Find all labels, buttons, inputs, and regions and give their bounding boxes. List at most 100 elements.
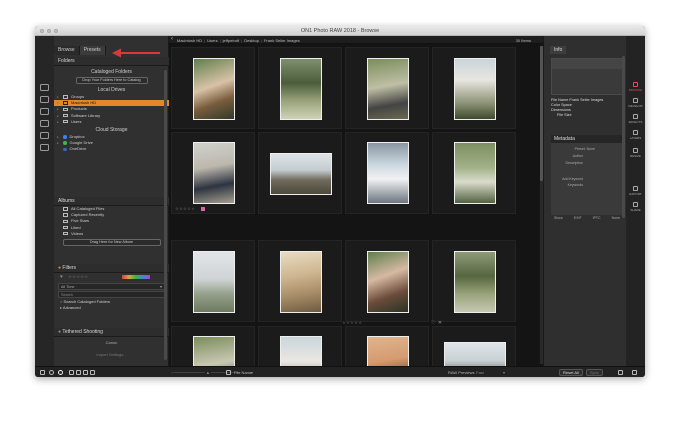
cloud-row[interactable]: OneDrive: [54, 146, 169, 152]
new-album-drop-button[interactable]: Drag Here for New Album: [62, 238, 161, 246]
star-filter-icon[interactable]: ☆☆☆☆☆: [68, 274, 88, 280]
exif-button[interactable]: EXIF: [574, 216, 582, 220]
star-rating[interactable]: ☆☆☆☆☆: [342, 320, 362, 325]
tab-info[interactable]: Info: [550, 46, 567, 54]
thumbnail-cell[interactable]: [345, 132, 429, 214]
panel-toggle-icon[interactable]: [40, 370, 45, 375]
folder-label: Users: [71, 118, 82, 124]
photo-thumbnail[interactable]: [367, 251, 409, 313]
photo-thumbnail[interactable]: [280, 251, 322, 313]
folder-row[interactable]: ▸ Users: [54, 119, 169, 125]
none-button[interactable]: None: [612, 216, 620, 220]
module-share[interactable]: SHARE: [628, 202, 643, 212]
cloud-icon[interactable]: [40, 132, 49, 139]
color-label-pink[interactable]: [201, 207, 205, 211]
search-input[interactable]: Search: [58, 291, 165, 298]
heart-filter-icon[interactable]: ♥: [60, 274, 63, 280]
drive-icon[interactable]: [40, 120, 49, 127]
right-scrollbar[interactable]: [622, 56, 625, 218]
preset-field[interactable]: Preset: None: [561, 147, 595, 151]
author-field[interactable]: Author: [561, 154, 583, 158]
tab-browse[interactable]: Browse: [54, 46, 80, 55]
description-field[interactable]: Description: [561, 161, 583, 165]
browse-icon: [633, 82, 638, 87]
sort-by-dropdown[interactable]: File Name: [234, 370, 252, 375]
star-rating[interactable]: ☆☆☆☆☆: [175, 206, 195, 211]
module-export[interactable]: EXPORT: [628, 186, 643, 196]
breadcrumb-item[interactable]: Users: [207, 38, 217, 43]
fullscreen-icon[interactable]: [618, 370, 623, 375]
thumbnail-cell[interactable]: ♡ ✕: [431, 240, 516, 326]
advanced-toggle[interactable]: ▸ Advanced: [54, 305, 169, 311]
module-resize[interactable]: RESIZE: [628, 148, 643, 158]
detail-view-icon[interactable]: [76, 370, 81, 375]
module-layers[interactable]: LAYERS: [628, 130, 643, 140]
thumbnail-cell[interactable]: [258, 240, 342, 322]
photo-thumbnail[interactable]: [193, 58, 235, 120]
camera-icon[interactable]: [40, 96, 49, 103]
breadcrumb-item[interactable]: jeffpetroff: [223, 38, 240, 43]
photo-thumbnail[interactable]: [454, 58, 496, 120]
album-icon[interactable]: [40, 144, 49, 151]
photo-thumbnail[interactable]: [280, 58, 322, 120]
module-browse[interactable]: BROWSE: [628, 82, 643, 92]
thumbnail-cell[interactable]: [258, 132, 342, 214]
show-button[interactable]: Show: [554, 216, 563, 220]
iptc-button[interactable]: IPTC: [593, 216, 601, 220]
add-keyword-field[interactable]: Add Keyword: [561, 177, 583, 181]
left-scrollbar[interactable]: [164, 70, 167, 360]
info-color-space: Color Space: [551, 103, 572, 107]
compare-view-icon[interactable]: [90, 370, 95, 375]
tab-presets[interactable]: Presets: [79, 46, 106, 55]
time-dropdown[interactable]: All Time ▾: [58, 283, 165, 290]
photo-thumbnail[interactable]: [270, 153, 332, 195]
photo-thumbnail[interactable]: [454, 251, 496, 313]
resize-icon: [633, 148, 638, 153]
thumbnail-cell[interactable]: [258, 47, 342, 129]
album-row[interactable]: Videos: [54, 231, 169, 237]
photo-thumbnail[interactable]: [193, 251, 235, 313]
monitor-icon[interactable]: [40, 84, 49, 91]
photo-thumbnail[interactable]: [367, 142, 409, 204]
tethered-header[interactable]: ● Tethered Shooting: [54, 328, 169, 337]
metadata-header[interactable]: Metadata: [551, 135, 623, 143]
folders-header[interactable]: Folders: [54, 57, 169, 66]
thumbnail-cell[interactable]: [432, 47, 516, 129]
info-file-name: File Name Frank Seiler Images: [551, 98, 604, 102]
raw-previews-dropdown[interactable]: Fast: [476, 370, 484, 375]
thumbnail-cell[interactable]: [171, 47, 255, 129]
photo-thumbnail[interactable]: [454, 142, 496, 204]
filmstrip-view-icon[interactable]: [83, 370, 88, 375]
breadcrumb-item[interactable]: Macintosh HD: [177, 38, 202, 43]
reset-all-button[interactable]: Reset All: [559, 368, 583, 376]
photo-thumbnail[interactable]: [367, 58, 409, 120]
thumbnail-cell[interactable]: ☆☆☆☆☆: [342, 240, 429, 325]
thumbnail-cell[interactable]: [345, 47, 429, 129]
gear-icon[interactable]: [58, 370, 63, 375]
advanced-label: Advanced: [62, 305, 81, 311]
color-label-filter[interactable]: [122, 275, 150, 279]
sync-button[interactable]: Sync: [586, 368, 603, 376]
photo-thumbnail[interactable]: [193, 142, 235, 204]
import-settings-button[interactable]: Import Settings...: [54, 352, 169, 357]
module-develop[interactable]: DEVELOP: [628, 98, 643, 108]
albums-header[interactable]: Albums: [54, 197, 169, 206]
filters-header[interactable]: ● Filters: [54, 264, 169, 273]
camera-select[interactable]: Canon: [54, 340, 169, 345]
folder-icon[interactable]: [40, 108, 49, 115]
albums-section: Albums All Cataloged Files Captured Rece…: [54, 197, 169, 247]
panel-toggle-right-icon[interactable]: [632, 370, 637, 375]
grid-view-icon[interactable]: [69, 370, 74, 375]
breadcrumb-item[interactable]: Frank Seiler Images: [264, 38, 300, 43]
chevron-left-icon[interactable]: ‹: [171, 36, 173, 42]
cataloged-folders-title: Cataloged Folders: [91, 69, 132, 75]
sort-icon[interactable]: [226, 370, 231, 375]
drop-catalog-button[interactable]: Drop Your Folders Here to Catalog: [75, 77, 148, 84]
breadcrumb-item[interactable]: Desktop: [244, 38, 259, 43]
thumbnail-cell[interactable]: [171, 240, 255, 322]
keywords-field[interactable]: Keywords: [561, 183, 583, 187]
info-icon[interactable]: [49, 370, 54, 375]
module-effects[interactable]: EFFECTS: [628, 114, 643, 124]
thumbnail-cell[interactable]: ☆☆☆☆☆: [171, 132, 255, 214]
thumbnail-cell[interactable]: [432, 132, 516, 214]
